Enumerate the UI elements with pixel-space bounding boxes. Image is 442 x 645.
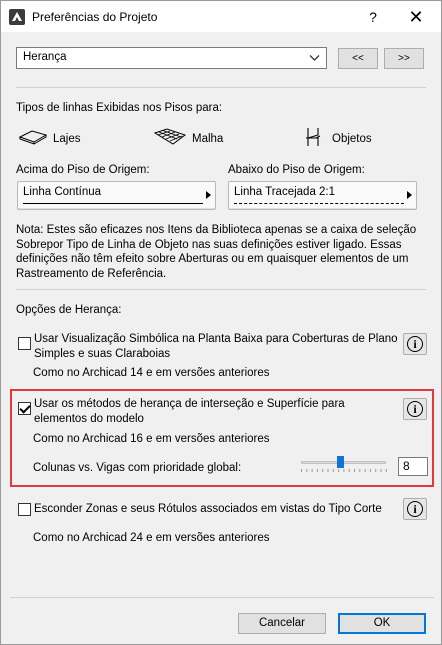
play-arrow-icon: [206, 191, 211, 199]
preference-page-select[interactable]: Herança: [16, 47, 327, 69]
close-button[interactable]: ✕: [403, 5, 429, 29]
above-line-type-picker[interactable]: Linha Contínua: [17, 181, 216, 210]
option-line: Usar os métodos de herança de interseção…: [34, 398, 345, 410]
symbolic-roof-label: Usar Visualização Simbólica na Planta Ba…: [34, 332, 398, 361]
line-types-heading: Tipos de linhas Exibidas nos Pisos para:: [16, 102, 223, 114]
slabs-label: Lajes: [53, 133, 81, 145]
mesh-label: Malha: [192, 133, 224, 145]
hide-zones-info-button[interactable]: i: [403, 498, 427, 520]
option-line: Usar Visualização Simbólica na Planta Ba…: [34, 333, 398, 345]
cancel-button[interactable]: Cancelar: [238, 613, 326, 634]
intersection-inheritance-info-button[interactable]: i: [403, 398, 427, 420]
preference-page-value: Herança: [23, 51, 67, 63]
inheritance-heading: Opções de Herança:: [16, 304, 122, 316]
symbolic-roof-info-button[interactable]: i: [403, 333, 427, 355]
next-page-button[interactable]: >>: [384, 48, 424, 69]
line-types-note: Nota: Estes são eficazes nos Itens da Bi…: [16, 223, 416, 281]
help-button[interactable]: ?: [363, 7, 383, 27]
divider: [16, 87, 426, 88]
note-line: Sobrepor Tipo de Linha de Objeto nas sua…: [16, 238, 402, 251]
below-line-type-value: Linha Tracejada 2:1: [234, 186, 336, 198]
option-line: elementos do modelo: [34, 412, 144, 425]
ok-button[interactable]: OK: [338, 613, 426, 634]
dialog-title: Preferências do Projeto: [32, 10, 158, 24]
preferences-dialog: Preferências do Projeto ? ✕ Herança << >…: [0, 0, 442, 645]
symbolic-roof-checkbox[interactable]: [18, 337, 31, 350]
below-line-type-picker[interactable]: Linha Tracejada 2:1: [228, 181, 417, 210]
chair-object-icon: [306, 128, 321, 146]
info-icon: i: [407, 401, 423, 417]
above-line-type-value: Linha Contínua: [23, 186, 102, 198]
chevron-down-icon: [309, 55, 320, 61]
priority-slider-thumb[interactable]: [337, 456, 345, 468]
note-line: Rastreamento de Referência.: [16, 267, 167, 280]
symbolic-roof-note: Como no Archicad 14 e em versões anterio…: [33, 367, 270, 379]
divider: [16, 289, 426, 290]
slab-icon: [18, 130, 48, 145]
hide-zones-checkbox[interactable]: [18, 503, 31, 516]
mesh-icon: [153, 128, 187, 145]
option-line: Simples e suas Claraboias: [34, 347, 171, 360]
solid-line-preview: [23, 203, 203, 204]
priority-value-field[interactable]: 8: [398, 457, 428, 476]
archicad-app-icon: [9, 9, 25, 25]
info-icon: i: [407, 336, 423, 352]
below-origin-label: Abaixo do Piso de Origem:: [228, 164, 365, 176]
hide-zones-label: Esconder Zonas e seus Rótulos associados…: [34, 503, 382, 515]
objects-label: Objetos: [332, 133, 372, 145]
divider: [10, 597, 434, 598]
intersection-inheritance-checkbox[interactable]: [18, 402, 31, 415]
info-icon: i: [407, 501, 423, 517]
note-line: Nota: Estes são eficazes nos Itens da Bi…: [16, 224, 417, 236]
title-bar: Preferências do Projeto ? ✕: [1, 1, 441, 32]
dashed-line-preview: [234, 203, 404, 204]
intersection-inheritance-label: Usar os métodos de herança de interseção…: [34, 397, 345, 426]
above-origin-label: Acima do Piso de Origem:: [16, 164, 150, 176]
priority-label: Colunas vs. Vigas com prioridade global:: [33, 462, 242, 474]
note-line: definições não têm efeito sobre Abertura…: [16, 253, 409, 265]
previous-page-button[interactable]: <<: [338, 48, 378, 69]
priority-slider-ticks: [301, 469, 387, 472]
play-arrow-icon: [407, 191, 412, 199]
intersection-inheritance-note: Como no Archicad 16 e em versões anterio…: [33, 433, 270, 445]
hide-zones-note: Como no Archicad 24 e em versões anterio…: [33, 532, 270, 544]
